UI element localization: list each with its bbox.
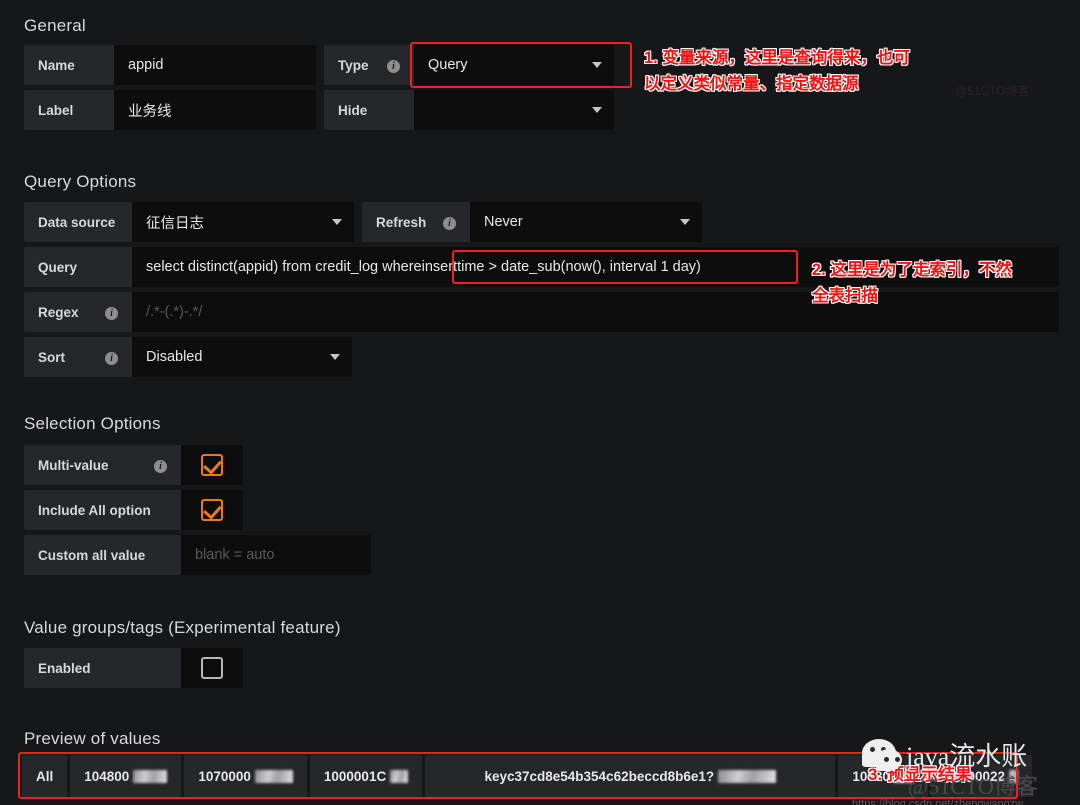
query-input-highlight: inserttime > date_sub(now(), interval 1 … [421, 259, 701, 275]
row-enabled: Enabled [24, 648, 243, 688]
preview-value-item[interactable]: 1070000 [184, 755, 307, 797]
label-label: Label [24, 90, 114, 130]
hide-label: Hide [324, 90, 414, 130]
name-input[interactable]: appid [114, 45, 316, 85]
multi-value-checkbox-cell[interactable] [181, 445, 243, 485]
value-groups-section-title: Value groups/tags (Experimental feature) [24, 618, 341, 637]
preview-value-text: 1000001C [323, 768, 387, 784]
hide-select[interactable] [414, 90, 614, 130]
chevron-down-icon [592, 62, 602, 68]
selection-options-section-title: Selection Options [24, 414, 161, 433]
include-all-checkbox-cell[interactable] [181, 490, 243, 530]
redacted-blur-block [718, 769, 777, 783]
include-all-label: Include All option [24, 490, 181, 530]
regex-label: Regex i [24, 292, 132, 332]
type-select-value: Query [428, 57, 468, 73]
row-sort: Sort i Disabled [24, 337, 1059, 377]
label-input[interactable]: 业务线 [114, 90, 316, 130]
refresh-select-value: Never [484, 214, 523, 230]
preview-value-text: All [36, 768, 54, 784]
preview-value-text: keyc37cd8e54b354c62beccd8b6e1? [484, 768, 715, 784]
general-section-title: General [24, 16, 86, 35]
sort-select-value: Disabled [146, 349, 203, 365]
preview-value-item[interactable]: keyc37cd8e54b354c62beccd8b6e1? [425, 755, 836, 797]
redacted-blur-block [133, 769, 168, 783]
multi-value-label: Multi-value i [24, 445, 181, 485]
regex-info-icon[interactable]: i [89, 304, 118, 320]
refresh-info-icon[interactable]: i [427, 214, 456, 230]
preview-value-item[interactable]: All [22, 755, 68, 797]
multi-value-checkbox[interactable] [201, 454, 223, 476]
chevron-down-icon [330, 354, 340, 360]
redacted-blur-block [390, 769, 409, 783]
redacted-blur-block [1009, 769, 1018, 783]
preview-value-text: 104800 [84, 768, 130, 784]
chevron-down-icon [332, 219, 342, 225]
custom-all-input[interactable]: blank = auto [181, 535, 371, 575]
datasource-label: Data source [24, 202, 132, 242]
type-info-icon[interactable]: i [371, 57, 400, 73]
name-label: Name [24, 45, 114, 85]
preview-value-text: 1070000 [198, 768, 251, 784]
preview-value-item[interactable]: 104800 [70, 755, 182, 797]
refresh-label: Refresh i [362, 202, 470, 242]
sort-label: Sort i [24, 337, 132, 377]
annotation-1-text: 1. 变量来源，这里是查询得来，也可 以定义类似常量、指定数据源 [644, 49, 910, 93]
sort-info-icon[interactable]: i [89, 349, 118, 365]
datasource-select[interactable]: 征信日志 [132, 202, 354, 242]
row-name: Name appid Type i Query [24, 45, 624, 85]
selection-options-section: Multi-value i Include All option Custom … [24, 445, 371, 575]
preview-value-item[interactable]: 1000001C [309, 755, 423, 797]
annotation-2-text: 2. 这里是为了走索引，不然 全表扫描 [812, 261, 1012, 305]
row-custom-all-value: Custom all value blank = auto [24, 535, 371, 575]
datasource-select-value: 征信日志 [146, 215, 204, 232]
value-groups-section: Enabled [24, 648, 243, 688]
type-label-text: Type [338, 57, 369, 73]
chevron-down-icon [680, 219, 690, 225]
enabled-checkbox-cell[interactable] [181, 648, 243, 688]
row-multi-value: Multi-value i [24, 445, 371, 485]
multi-value-label-text: Multi-value [38, 457, 109, 473]
type-select[interactable]: Query [414, 45, 614, 85]
watermark-faint-top: @51CTO博客 [955, 84, 1030, 98]
chevron-down-icon [592, 107, 602, 113]
sort-select[interactable]: Disabled [132, 337, 352, 377]
query-options-section-title: Query Options [24, 172, 137, 191]
enabled-checkbox[interactable] [201, 657, 223, 679]
refresh-select[interactable]: Never [470, 202, 702, 242]
general-section: Name appid Type i Query Label 业务线 Hide [24, 45, 624, 130]
watermark-url: https://blog.csdn.net/zhengwangzw [852, 798, 1024, 805]
redacted-blur-block [254, 769, 293, 783]
grafana-variable-editor: General Name appid Type i Query Label 业务… [0, 0, 1080, 805]
type-label: Type i [324, 45, 414, 85]
row-include-all: Include All option [24, 490, 371, 530]
row-label: Label 业务线 Hide [24, 90, 624, 130]
multi-value-info-icon[interactable]: i [138, 457, 167, 473]
sort-label-text: Sort [38, 349, 65, 365]
query-input-head: select distinct(appid) from credit_log w… [146, 259, 422, 275]
query-label: Query [24, 247, 132, 287]
row-datasource: Data source 征信日志 Refresh i Never [24, 202, 1059, 242]
custom-all-label: Custom all value [24, 535, 181, 575]
regex-label-text: Regex [38, 304, 79, 320]
include-all-checkbox[interactable] [201, 499, 223, 521]
enabled-label: Enabled [24, 648, 181, 688]
refresh-label-text: Refresh [376, 214, 427, 230]
annotation-3-text: 3. 预显示结果 [868, 765, 972, 784]
preview-section-title: Preview of values [24, 729, 161, 748]
